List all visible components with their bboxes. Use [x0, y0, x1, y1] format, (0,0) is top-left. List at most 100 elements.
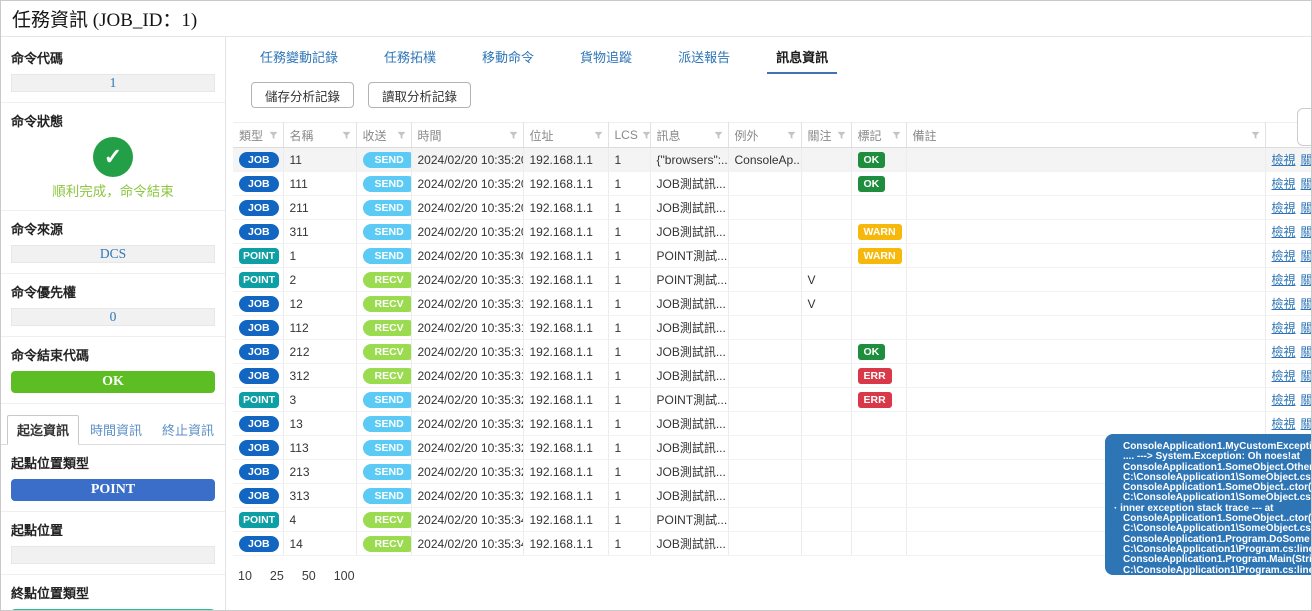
view-link[interactable]: 檢視 — [1272, 321, 1296, 335]
filter-funnel-icon[interactable] — [837, 131, 846, 140]
table-row[interactable]: POINT2RECV2024/02/20 10:35:31192.168.1.1… — [233, 268, 1312, 292]
view-link[interactable]: 檢視 — [1272, 393, 1296, 407]
save-analysis-button[interactable]: 儲存分析記錄 — [251, 82, 354, 108]
table-row[interactable]: JOB211SEND2024/02/20 10:35:20192.168.1.1… — [233, 196, 1312, 220]
cell-watch — [801, 244, 851, 268]
view-link[interactable]: 檢視 — [1272, 249, 1296, 263]
table-row[interactable]: JOB13SEND2024/02/20 10:35:32192.168.1.11… — [233, 412, 1312, 436]
tag-badge: ERR — [858, 392, 892, 408]
cell-dir: SEND — [356, 460, 411, 484]
main-tab-4[interactable]: 派送報告 — [669, 47, 739, 74]
start-pos-value[interactable] — [11, 546, 215, 564]
cell-time: 2024/02/20 10:35:31 — [411, 364, 523, 388]
cell-actions: 檢視關注 — [1265, 340, 1312, 364]
watch-link[interactable]: 關注 — [1301, 369, 1312, 383]
table-row[interactable]: POINT1SEND2024/02/20 10:35:30192.168.1.1… — [233, 244, 1312, 268]
page-size-option-10[interactable]: 10 — [238, 569, 252, 583]
filter-funnel-icon[interactable] — [787, 131, 796, 140]
sidebar-tab-1[interactable]: 時間資訊 — [81, 416, 151, 444]
cell-tag: OK — [851, 340, 906, 364]
cell-lcs: 1 — [608, 220, 650, 244]
table-row[interactable]: JOB112RECV2024/02/20 10:35:31192.168.1.1… — [233, 316, 1312, 340]
watch-link[interactable]: 關注 — [1301, 321, 1312, 335]
cell-time: 2024/02/20 10:35:31 — [411, 292, 523, 316]
filter-funnel-icon[interactable] — [594, 131, 603, 140]
table-row[interactable]: JOB212RECV2024/02/20 10:35:31192.168.1.1… — [233, 340, 1312, 364]
cell-lcs: 1 — [608, 316, 650, 340]
load-analysis-button[interactable]: 讀取分析記錄 — [368, 82, 471, 108]
watch-link[interactable]: 關注 — [1301, 273, 1312, 287]
watch-link[interactable]: 關注 — [1301, 345, 1312, 359]
watch-link[interactable]: 關注 — [1301, 225, 1312, 239]
cmd-priority-value[interactable]: 0 — [11, 308, 215, 326]
table-row[interactable]: JOB312RECV2024/02/20 10:35:31192.168.1.1… — [233, 364, 1312, 388]
watch-link[interactable]: 關注 — [1301, 417, 1312, 431]
watch-link[interactable]: 關注 — [1301, 153, 1312, 167]
tag-badge: OK — [858, 344, 886, 360]
cell-addr: 192.168.1.1 — [523, 316, 608, 340]
cmd-code-value[interactable]: 1 — [11, 74, 215, 92]
view-link[interactable]: 檢視 — [1272, 417, 1296, 431]
filter-funnel-icon[interactable] — [269, 131, 278, 140]
view-link[interactable]: 檢視 — [1272, 297, 1296, 311]
view-link[interactable]: 檢視 — [1272, 345, 1296, 359]
cell-time: 2024/02/20 10:35:34 — [411, 508, 523, 532]
table-row[interactable]: JOB12RECV2024/02/20 10:35:31192.168.1.11… — [233, 292, 1312, 316]
page-size-option-25[interactable]: 25 — [270, 569, 284, 583]
end-type-label: 終點位置類型 — [11, 583, 215, 602]
cell-type: JOB — [233, 484, 283, 508]
main-tab-5[interactable]: 訊息資訊 — [767, 47, 837, 74]
sidebar-tab-2[interactable]: 終止資訊 — [153, 416, 223, 444]
main-tab-0[interactable]: 任務變動記錄 — [251, 47, 347, 74]
watch-link[interactable]: 關注 — [1301, 201, 1312, 215]
view-link[interactable]: 檢視 — [1272, 177, 1296, 191]
cell-type: JOB — [233, 316, 283, 340]
watch-link[interactable]: 關注 — [1301, 393, 1312, 407]
view-link[interactable]: 檢視 — [1272, 225, 1296, 239]
main-tab-1[interactable]: 任務拓樸 — [375, 47, 445, 74]
cmd-source-value[interactable]: DCS — [11, 245, 215, 263]
cell-name: 211 — [283, 196, 356, 220]
check-circle-icon: ✓ — [93, 137, 133, 177]
main-tab-3[interactable]: 貨物追蹤 — [571, 47, 641, 74]
filter-funnel-icon[interactable] — [642, 131, 650, 140]
view-link[interactable]: 檢視 — [1272, 153, 1296, 167]
table-row[interactable]: JOB11SEND2024/02/20 10:35:20192.168.1.11… — [233, 148, 1312, 172]
type-badge: POINT — [239, 512, 279, 528]
clipped-corner-button[interactable] — [1297, 108, 1312, 146]
start-type-button[interactable]: POINT — [11, 479, 215, 501]
direction-badge: SEND — [363, 200, 412, 216]
direction-badge: SEND — [363, 176, 412, 192]
watch-link[interactable]: 關注 — [1301, 249, 1312, 263]
start-type-label: 起點位置類型 — [11, 453, 215, 472]
tag-badge: WARN — [858, 224, 902, 240]
filter-funnel-icon[interactable] — [892, 131, 901, 140]
table-row[interactable]: JOB111SEND2024/02/20 10:35:20192.168.1.1… — [233, 172, 1312, 196]
filter-funnel-icon[interactable] — [509, 131, 518, 140]
cell-lcs: 1 — [608, 508, 650, 532]
main-tab-2[interactable]: 移動命令 — [473, 47, 543, 74]
cell-time: 2024/02/20 10:35:34 — [411, 532, 523, 556]
cell-msg: POINT測試... — [650, 268, 728, 292]
type-badge: JOB — [239, 536, 279, 552]
view-link[interactable]: 檢視 — [1272, 273, 1296, 287]
view-link[interactable]: 檢視 — [1272, 201, 1296, 215]
cmd-end-code-button[interactable]: OK — [11, 371, 215, 393]
cmd-status-text: 順利完成，命令結束 — [1, 180, 225, 200]
view-link[interactable]: 檢視 — [1272, 369, 1296, 383]
table-row[interactable]: JOB311SEND2024/02/20 10:35:20192.168.1.1… — [233, 220, 1312, 244]
cell-time: 2024/02/20 10:35:20 — [411, 196, 523, 220]
table-row[interactable]: POINT3SEND2024/02/20 10:35:32192.168.1.1… — [233, 388, 1312, 412]
filter-funnel-icon[interactable] — [342, 131, 351, 140]
cell-tag: WARN — [851, 244, 906, 268]
cell-addr: 192.168.1.1 — [523, 268, 608, 292]
watch-link[interactable]: 關注 — [1301, 297, 1312, 311]
sidebar-tab-0[interactable]: 起迄資訊 — [7, 415, 79, 445]
filter-funnel-icon[interactable] — [1251, 131, 1260, 140]
page-size-option-50[interactable]: 50 — [302, 569, 316, 583]
cell-watch — [801, 412, 851, 436]
filter-funnel-icon[interactable] — [714, 131, 723, 140]
page-size-option-100[interactable]: 100 — [334, 569, 355, 583]
watch-link[interactable]: 關注 — [1301, 177, 1312, 191]
filter-funnel-icon[interactable] — [397, 131, 406, 140]
